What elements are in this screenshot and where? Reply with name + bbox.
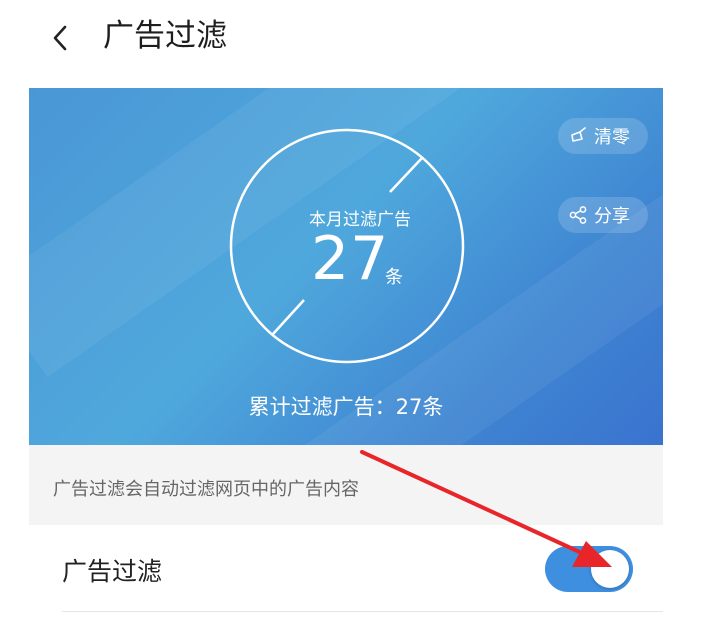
clear-button[interactable]: 清零 bbox=[558, 118, 648, 154]
filter-stats-banner: 本月过滤广告 27 条 累计过滤广告：27条 清零 分享 bbox=[29, 88, 663, 445]
chevron-left-icon bbox=[53, 25, 67, 51]
share-button-label: 分享 bbox=[594, 206, 630, 227]
broom-icon bbox=[571, 127, 586, 142]
clear-button-label: 清零 bbox=[594, 127, 630, 148]
description-text: 广告过滤会自动过滤网页中的广告内容 bbox=[53, 479, 359, 500]
settings-row-ad-filter: 广告过滤 bbox=[29, 525, 663, 613]
top-bar: 广告过滤 bbox=[0, 0, 718, 78]
month-filter-unit: 条 bbox=[385, 267, 403, 288]
share-button[interactable]: 分享 bbox=[558, 197, 648, 233]
total-filter-count: 累计过滤广告：27条 bbox=[248, 395, 444, 419]
share-icon bbox=[569, 206, 587, 224]
month-filter-count: 27 bbox=[311, 224, 390, 294]
ad-filter-toggle[interactable] bbox=[545, 546, 633, 592]
divider bbox=[62, 611, 663, 612]
page-title: 广告过滤 bbox=[103, 18, 227, 54]
toggle-knob bbox=[591, 550, 629, 588]
ad-filter-label: 广告过滤 bbox=[62, 557, 163, 586]
description-section: 广告过滤会自动过滤网页中的广告内容 bbox=[29, 445, 663, 525]
back-button[interactable] bbox=[46, 20, 76, 56]
